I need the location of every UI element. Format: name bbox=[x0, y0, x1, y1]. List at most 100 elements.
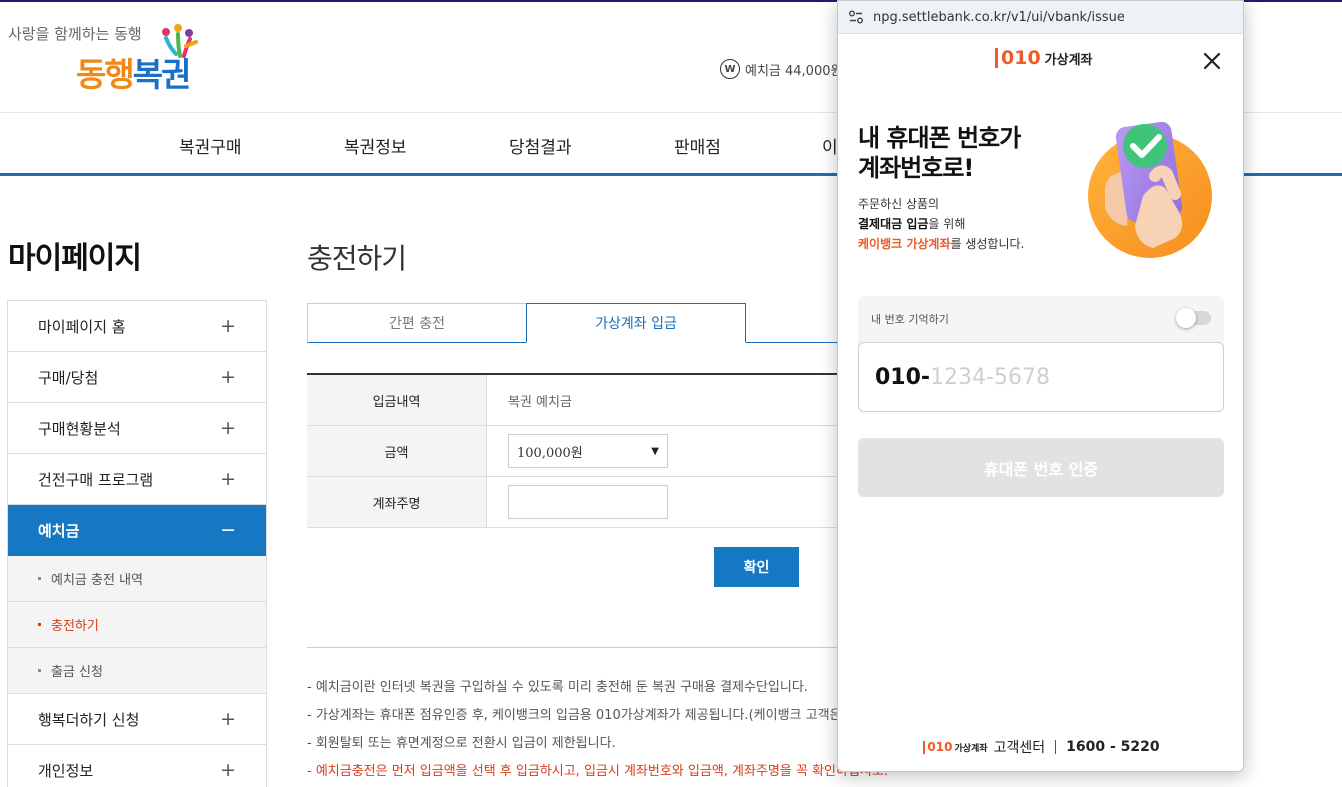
remember-number-toggle[interactable] bbox=[1176, 308, 1211, 328]
popup-header: 010 가상계좌 bbox=[838, 34, 1243, 89]
form-value: 100,000원 ▼ bbox=[487, 426, 847, 476]
page: 사랑을 함께하는 동행 동행복권 W 예치금 44,000원 복권구매 복권정보… bbox=[0, 0, 1342, 787]
sidebar-subitem-withdraw[interactable]: 출금 신청 bbox=[8, 648, 266, 694]
phone-prefix: 010- bbox=[875, 364, 931, 390]
form-label: 계좌주명 bbox=[307, 477, 487, 527]
popup-footer: 010 가상계좌 고객센터 1600 - 5220 bbox=[838, 737, 1243, 757]
verify-phone-button[interactable]: 휴대폰 번호 인증 bbox=[858, 438, 1224, 497]
sidebar-item-label: 구매/당첨 bbox=[38, 368, 99, 387]
expand-icon: + bbox=[220, 708, 236, 730]
logo-text-part1: 동행 bbox=[76, 55, 135, 94]
hero-title: 내 휴대폰 번호가 계좌번호로! bbox=[858, 123, 1021, 183]
expand-icon: + bbox=[220, 366, 236, 388]
phone-number-input[interactable]: 010- 1234-5678 bbox=[858, 342, 1224, 412]
tab-easy-charge[interactable]: 간편 충전 bbox=[307, 303, 527, 343]
form-row-deposit-type: 입금내역 복권 예치금 bbox=[307, 375, 847, 426]
content-divider bbox=[307, 647, 847, 648]
nav-item-stores[interactable]: 판매점 bbox=[674, 133, 721, 158]
remember-number-label: 내 번호 기억하기 bbox=[871, 313, 949, 326]
nav-item-event[interactable]: 이 bbox=[822, 133, 838, 158]
confirm-button[interactable]: 확인 bbox=[714, 547, 799, 587]
form-value bbox=[487, 477, 847, 527]
hero-desc-rest: 을 위해 bbox=[928, 217, 966, 231]
deposit-type-value: 복권 예치금 bbox=[508, 394, 572, 410]
logo-figure-icon bbox=[162, 24, 198, 58]
sidebar-item-purchase-analysis[interactable]: 구매현황분석 + bbox=[8, 403, 266, 454]
bullet-icon bbox=[38, 577, 41, 580]
popup-address-bar[interactable]: npg.settlebank.co.kr/v1/ui/vbank/issue bbox=[838, 1, 1243, 34]
sidebar: 마이페이지 홈 + 구매/당첨 + 구매현황분석 + 건전구매 프로그램 + 예… bbox=[7, 300, 267, 787]
hero-desc-highlight: 케이뱅크 가상계좌 bbox=[858, 237, 951, 251]
form-label: 금액 bbox=[307, 426, 487, 476]
phone-number-panel: 내 번호 기억하기 010- 1234-5678 bbox=[858, 296, 1224, 412]
sidebar-subitem-label: 충전하기 bbox=[51, 619, 99, 634]
balance-info: W 예치금 44,000원 bbox=[720, 59, 842, 79]
vbank-popup-window: npg.settlebank.co.kr/v1/ui/vbank/issue 0… bbox=[837, 0, 1244, 772]
sidebar-subitem-deposit-history[interactable]: 예치금 충전 내역 bbox=[8, 556, 266, 602]
hero-desc-line1: 주문하신 상품의 bbox=[858, 197, 940, 211]
sidebar-subitem-charge[interactable]: 충전하기 bbox=[8, 602, 266, 648]
expand-icon: + bbox=[220, 759, 236, 781]
hero-desc-rest: 를 생성합니다. bbox=[950, 237, 1025, 251]
expand-icon: + bbox=[220, 315, 236, 337]
expand-icon: + bbox=[220, 468, 236, 490]
footer-separator bbox=[1055, 740, 1057, 754]
sidebar-item-purchase-win[interactable]: 구매/당첨 + bbox=[8, 352, 266, 403]
sidebar-item-label: 행복더하기 신청 bbox=[38, 710, 140, 729]
nav-item-results[interactable]: 당첨결과 bbox=[509, 133, 572, 158]
notice-item-warning: - 예치금충전은 먼저 입금액을 선택 후 입금하시고, 입금시 계좌번호와 입… bbox=[307, 764, 888, 779]
sidebar-item-label: 마이페이지 홈 bbox=[38, 317, 126, 336]
sidebar-item-healthy-program[interactable]: 건전구매 프로그램 + bbox=[8, 454, 266, 505]
sidebar-item-label: 개인정보 bbox=[38, 761, 94, 780]
popup-url: npg.settlebank.co.kr/v1/ui/vbank/issue bbox=[873, 9, 1125, 25]
sidebar-item-label: 구매현황분석 bbox=[38, 419, 121, 438]
toggle-knob bbox=[1176, 308, 1196, 328]
notice-item: - 가상계좌는 휴대폰 점유인증 후, 케이뱅크의 입금용 010가상계좌가 제… bbox=[307, 708, 842, 723]
page-title: 충전하기 bbox=[307, 242, 407, 275]
collapse-icon: − bbox=[220, 519, 236, 541]
form-row-amount: 금액 100,000원 ▼ bbox=[307, 426, 847, 477]
expand-icon: + bbox=[220, 417, 236, 439]
close-icon[interactable] bbox=[1201, 50, 1223, 72]
sidebar-item-label: 건전구매 프로그램 bbox=[38, 470, 154, 489]
form-row-depositor: 계좌주명 bbox=[307, 477, 847, 528]
footer-brand-text: 가상계좌 bbox=[954, 743, 988, 754]
footer-cs-label: 고객센터 bbox=[993, 740, 1046, 756]
notice-list: - 예치금이란 인터넷 복권을 구입하실 수 있도록 미리 충전해 둔 복권 구… bbox=[307, 676, 888, 787]
amount-selected-value: 100,000원 bbox=[517, 445, 583, 461]
brand-number: 010 bbox=[995, 48, 1041, 68]
phone-check-illustration bbox=[1088, 121, 1212, 258]
sidebar-item-deposit[interactable]: 예치금 − bbox=[8, 505, 266, 556]
popup-brand-logo: 010 가상계좌 bbox=[995, 48, 1093, 68]
site-tagline: 사랑을 함께하는 동행 bbox=[8, 25, 142, 43]
sidebar-title: 마이페이지 bbox=[8, 241, 142, 276]
footer-brand-logo: 010 가상계좌 bbox=[923, 740, 988, 754]
bullet-icon bbox=[38, 669, 41, 672]
sidebar-subitem-label: 출금 신청 bbox=[51, 665, 103, 680]
balance-text: 예치금 44,000원 bbox=[745, 63, 843, 79]
footer-cs-phone: 1600 - 5220 bbox=[1066, 739, 1160, 755]
sidebar-item-mypage-home[interactable]: 마이페이지 홈 + bbox=[8, 301, 266, 352]
footer-brand-number: 010 bbox=[923, 740, 952, 754]
notice-item: - 회원탈퇴 또는 휴면계정으로 전환시 입금이 제한됩니다. bbox=[307, 736, 616, 751]
form-label: 입금내역 bbox=[307, 375, 487, 425]
brand-text: 가상계좌 bbox=[1044, 52, 1093, 68]
bullet-icon bbox=[38, 623, 41, 626]
won-icon: W bbox=[720, 59, 740, 79]
hero-title-line1: 내 휴대폰 번호가 bbox=[858, 124, 1021, 152]
notice-item: - 예치금이란 인터넷 복권을 구입하실 수 있도록 미리 충전해 둔 복권 구… bbox=[307, 680, 808, 695]
sidebar-item-happy-plus[interactable]: 행복더하기 신청 + bbox=[8, 694, 266, 745]
nav-item-buy[interactable]: 복권구매 bbox=[179, 133, 242, 158]
sidebar-item-personal-info[interactable]: 개인정보 + bbox=[8, 745, 266, 787]
phone-placeholder: 1234-5678 bbox=[930, 364, 1050, 390]
hero-title-line2: 계좌번호로! bbox=[858, 154, 974, 182]
charge-tabs: 간편 충전 가상계좌 입금 bbox=[307, 303, 866, 343]
dropdown-arrow-icon: ▼ bbox=[651, 445, 659, 457]
tab-virtual-account[interactable]: 가상계좌 입금 bbox=[526, 303, 746, 343]
hero-desc-line3: 케이뱅크 가상계좌를 생성합니다. bbox=[858, 234, 1024, 254]
nav-item-info[interactable]: 복권정보 bbox=[344, 133, 407, 158]
amount-select[interactable]: 100,000원 ▼ bbox=[508, 434, 668, 468]
site-settings-icon[interactable] bbox=[848, 9, 864, 25]
depositor-name-input[interactable] bbox=[508, 485, 668, 519]
deposit-form: 입금내역 복권 예치금 금액 100,000원 ▼ 계좌주명 bbox=[307, 373, 847, 528]
